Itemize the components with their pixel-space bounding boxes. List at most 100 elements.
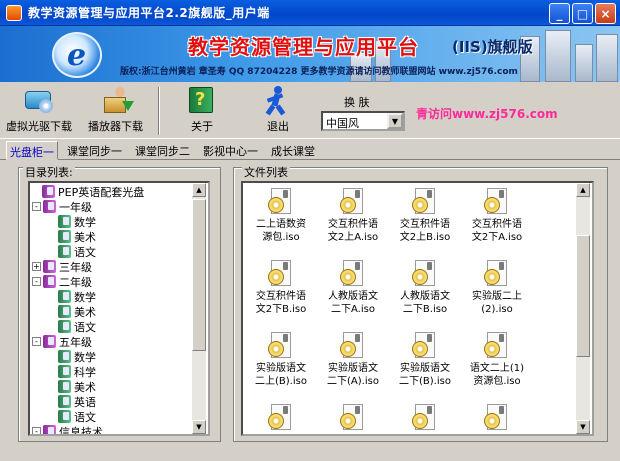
file-item[interactable]: 人教版语文 二下A.iso xyxy=(317,259,389,316)
close-button[interactable]: × xyxy=(595,3,616,24)
tab-5[interactable]: 成长课堂 xyxy=(268,141,318,160)
tree-item-label: 数学 xyxy=(74,290,96,304)
tree-item[interactable]: 数学 xyxy=(58,289,96,304)
tree-item[interactable]: 语文 xyxy=(58,409,96,424)
file-item[interactable] xyxy=(245,403,317,434)
folder-book-icon xyxy=(58,320,71,333)
file-item[interactable]: 实验版语文 二下(B).iso xyxy=(389,331,461,388)
tree-item-label: 英语 xyxy=(74,395,96,409)
player-download-button[interactable]: 播放器下载 xyxy=(88,85,143,134)
file-scroll-thumb[interactable] xyxy=(576,235,590,357)
iso-file-icon xyxy=(340,331,366,359)
file-item[interactable]: 实验版语文 二上(B).iso xyxy=(245,331,317,388)
chevron-down-icon[interactable]: ▼ xyxy=(387,113,403,129)
file-item[interactable]: 实验版二上 (2).iso xyxy=(461,259,533,316)
file-name-line2: 文2上B.iso xyxy=(399,232,451,243)
file-item[interactable]: 二上语数资 源包.iso xyxy=(245,187,317,244)
file-item[interactable]: 交互积件语 文2上A.iso xyxy=(317,187,389,244)
title-bar[interactable]: 教学资源管理与应用平台2.2旗舰版_用户端 _ □ × xyxy=(0,0,620,26)
tree-scroll-thumb[interactable] xyxy=(192,199,206,351)
tab-1[interactable]: 光盘柜一 xyxy=(6,141,58,160)
skin-select[interactable]: 中国风 ▼ xyxy=(321,111,405,131)
file-item[interactable]: 语文二上(1) 资源包.iso xyxy=(461,331,533,388)
tree-scrollbar[interactable]: ▲ ▼ xyxy=(192,183,206,434)
folder-book-icon xyxy=(58,305,71,318)
file-item[interactable] xyxy=(317,403,389,434)
minimize-button[interactable]: _ xyxy=(549,3,570,24)
folder-book-icon xyxy=(43,425,56,434)
tree-item[interactable]: 美术 xyxy=(58,229,96,244)
collapse-icon[interactable]: - xyxy=(32,427,41,434)
header-banner: e 教学资源管理与应用平台 (IIS)旗舰版 版权:浙江台州黄岩 章圣寿 QQ … xyxy=(0,26,620,82)
building-graphic xyxy=(575,44,593,82)
banner-info: 版权:浙江台州黄岩 章圣寿 QQ 87204228 更多教学资源请访问教师联盟网… xyxy=(120,67,518,77)
player-download-label: 播放器下载 xyxy=(88,120,143,133)
tree-item[interactable]: 英语 xyxy=(58,394,96,409)
tab-2[interactable]: 课堂同步一 xyxy=(64,141,125,160)
folder-book-icon xyxy=(43,200,56,213)
tab-4[interactable]: 影视中心一 xyxy=(200,141,261,160)
ie-logo-icon: e xyxy=(52,32,102,78)
folder-book-icon xyxy=(58,230,71,243)
file-item[interactable]: 交互积件语 文2上B.iso xyxy=(389,187,461,244)
tree-item[interactable]: 语文 xyxy=(58,319,96,334)
expand-icon[interactable]: + xyxy=(32,262,41,271)
iso-file-icon xyxy=(484,403,510,431)
tree-item[interactable]: 数学 xyxy=(58,214,96,229)
virtual-cd-label: 虚拟光驱下载 xyxy=(6,120,72,133)
tree-item[interactable]: 数学 xyxy=(58,349,96,364)
tree-item[interactable]: - 信息技术 xyxy=(32,424,103,434)
file-item[interactable] xyxy=(461,403,533,434)
virtual-cd-download-button[interactable]: 虚拟光驱下载 xyxy=(6,85,72,134)
tab-strip: 光盘柜一 课堂同步一 课堂同步二 影视中心一 成长课堂 xyxy=(0,140,620,160)
tree-item-label: 科学 xyxy=(74,365,96,379)
file-name-line2: 源包.iso xyxy=(262,232,300,243)
file-name-line2: 资源包.iso xyxy=(473,376,521,387)
tree-item[interactable]: 美术 xyxy=(58,304,96,319)
maximize-button[interactable]: □ xyxy=(572,3,593,24)
folder-book-icon xyxy=(58,215,71,228)
file-item[interactable]: 交互积件语 文2下A.iso xyxy=(461,187,533,244)
scroll-down-icon[interactable]: ▼ xyxy=(576,420,590,434)
about-button[interactable]: ? 关于 xyxy=(186,85,218,134)
about-label: 关于 xyxy=(191,120,213,133)
tree-item[interactable]: 科学 xyxy=(58,364,96,379)
scroll-up-icon[interactable]: ▲ xyxy=(576,183,590,197)
file-scrollbar[interactable]: ▲ ▼ xyxy=(576,183,590,434)
scroll-up-icon[interactable]: ▲ xyxy=(192,183,206,197)
file-name-line1: 实验版语文 xyxy=(256,363,306,374)
folder-book-icon xyxy=(58,395,71,408)
tree-item[interactable]: PEP英语配套光盘 xyxy=(42,184,144,199)
iso-file-icon xyxy=(484,331,510,359)
window-title: 教学资源管理与应用平台2.2旗舰版_用户端 xyxy=(28,6,270,20)
file-item[interactable]: 交互积件语 文2下B.iso xyxy=(245,259,317,316)
folder-book-icon xyxy=(58,365,71,378)
tree-item[interactable]: + 三年级 xyxy=(32,259,92,274)
file-name-line1: 实验版语文 xyxy=(328,363,378,374)
file-name-line2: 文2上A.iso xyxy=(327,232,379,243)
folder-book-icon xyxy=(43,335,56,348)
file-item[interactable]: 实验版语文 二下(A).iso xyxy=(317,331,389,388)
file-name-line1: 语文二上(1) xyxy=(469,363,525,374)
file-name-line1: 人教版语文 xyxy=(328,291,378,302)
collapse-icon[interactable]: - xyxy=(32,277,41,286)
file-item[interactable]: 人教版语文 二下B.iso xyxy=(389,259,461,316)
iso-file-icon xyxy=(268,331,294,359)
file-item[interactable] xyxy=(389,403,461,434)
scroll-down-icon[interactable]: ▼ xyxy=(192,420,206,434)
tab-3[interactable]: 课堂同步二 xyxy=(132,141,193,160)
collapse-icon[interactable]: - xyxy=(32,202,41,211)
folder-book-icon xyxy=(58,245,71,258)
tree-item[interactable]: - 五年级 xyxy=(32,334,92,349)
iso-file-icon xyxy=(340,187,366,215)
iso-file-icon xyxy=(412,187,438,215)
collapse-icon[interactable]: - xyxy=(32,337,41,346)
tree-item[interactable]: - 二年级 xyxy=(32,274,92,289)
tree-item[interactable]: 语文 xyxy=(58,244,96,259)
player-download-icon xyxy=(100,85,134,115)
tree-item[interactable]: 美术 xyxy=(58,379,96,394)
tree-item-label: 数学 xyxy=(74,215,96,229)
exit-button[interactable]: 退出 xyxy=(262,85,294,134)
tree-item[interactable]: - 一年级 xyxy=(32,199,92,214)
iso-file-icon xyxy=(412,259,438,287)
